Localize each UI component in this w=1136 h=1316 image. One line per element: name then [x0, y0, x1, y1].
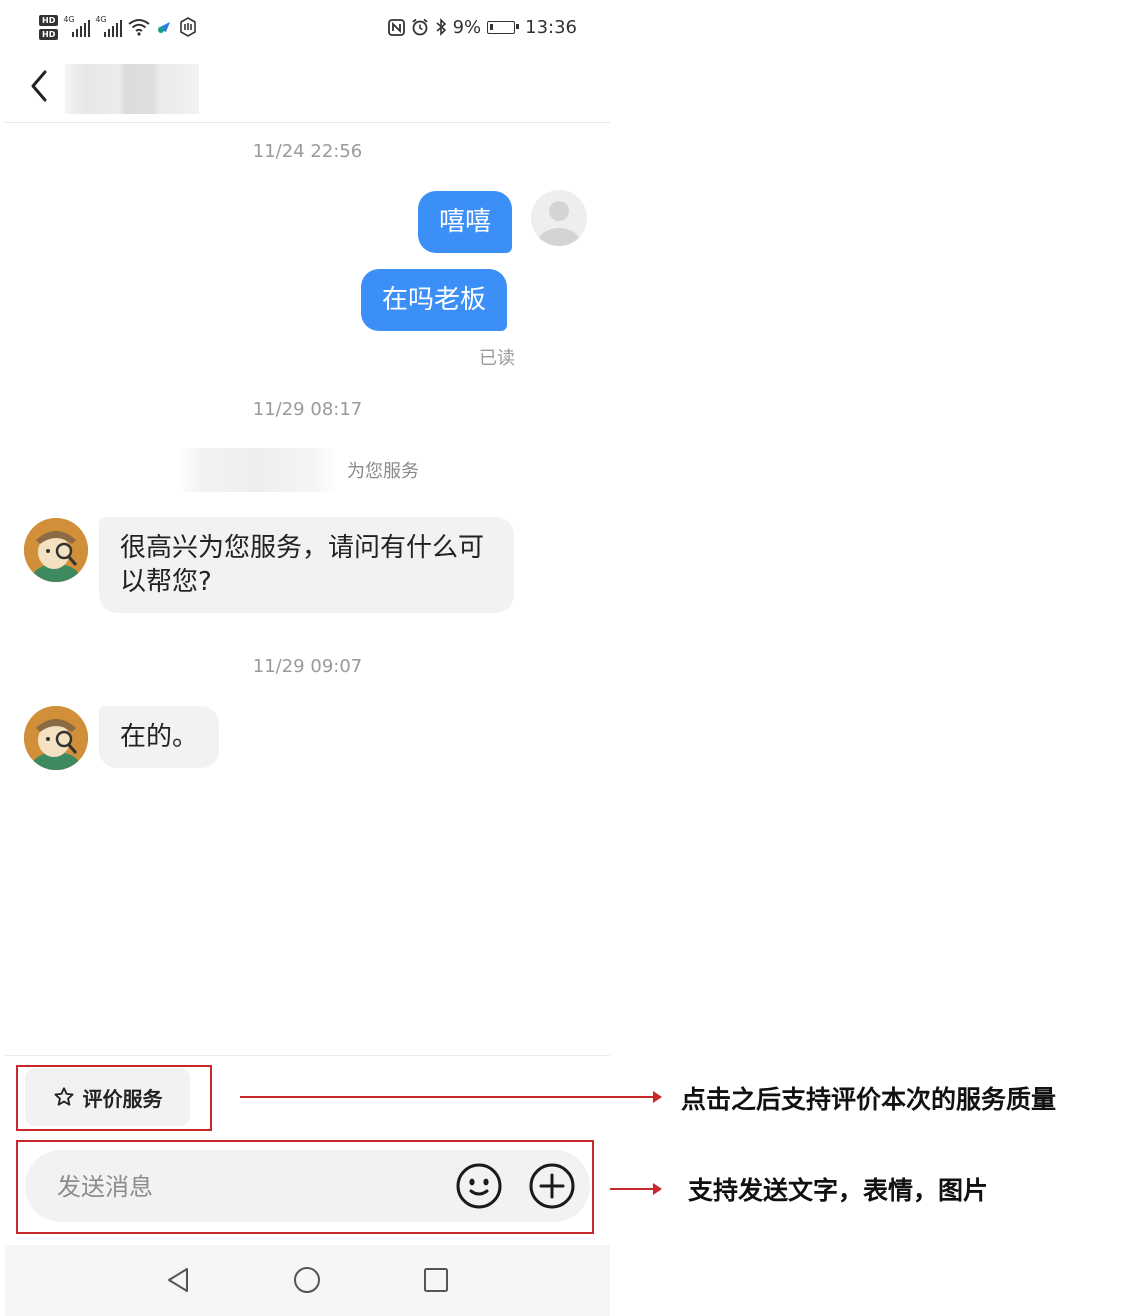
signal-icon: 4G [95, 15, 123, 37]
app-notification-icon [158, 22, 171, 33]
nav-home-icon [294, 1267, 320, 1293]
incoming-message[interactable]: 在的。 [99, 706, 220, 768]
default-avatar-icon [537, 201, 581, 246]
bluetooth-icon [436, 18, 446, 36]
annotation-arrow [240, 1091, 662, 1103]
outgoing-message[interactable]: 在吗老板 [361, 269, 508, 331]
user-avatar[interactable] [531, 190, 587, 246]
agent-avatar[interactable] [24, 706, 88, 770]
detective-avatar-icon [24, 706, 88, 770]
read-receipt: 已读 [479, 348, 515, 369]
nfc-icon [387, 18, 405, 36]
back-button[interactable] [25, 66, 53, 106]
service-agent-notice: 为您服务 [177, 448, 419, 492]
clock: 13:36 [525, 16, 577, 38]
annotated-screenshot: HD HD 4G 4G 9% 13:36 11/24 22:56 嘻嘻 在吗老板… [0, 0, 1136, 1316]
battery-icon [487, 20, 520, 34]
detective-avatar-icon [24, 518, 88, 582]
status-bar-right: 9% 13:36 [387, 14, 577, 40]
nav-recent-icon [424, 1268, 448, 1292]
wifi-icon [128, 19, 150, 36]
app-notification-icon [180, 17, 197, 37]
system-navigation-bar [5, 1245, 610, 1316]
nav-back-icon [168, 1268, 188, 1292]
status-bar-left: HD HD 4G 4G [39, 12, 198, 42]
signal-icon: 4G [63, 15, 91, 37]
annotation-composer: 支持发送文字，表情，图片 [688, 1176, 989, 1205]
chat-header [5, 58, 610, 123]
nav-recent-button[interactable] [421, 1265, 451, 1295]
alarm-icon [411, 18, 428, 36]
timestamp: 11/24 22:56 [252, 141, 363, 162]
nav-back-button[interactable] [163, 1265, 193, 1295]
contact-name-redacted [65, 64, 199, 114]
battery-percent: 9% [452, 16, 482, 38]
highlight-rate-service [16, 1065, 212, 1131]
outgoing-message[interactable]: 嘻嘻 [418, 191, 513, 253]
agent-name-redacted [177, 448, 337, 492]
timestamp: 11/29 08:17 [252, 399, 363, 420]
back-arrow-icon [31, 70, 47, 102]
timestamp: 11/29 09:07 [252, 656, 363, 677]
highlight-message-composer [16, 1140, 594, 1234]
agent-avatar[interactable] [24, 518, 88, 582]
hd-badge: HD [39, 14, 59, 26]
hd-badge: HD [39, 28, 59, 40]
annotation-arrow [610, 1183, 662, 1195]
incoming-message[interactable]: 很高兴为您服务，请问有什么可以帮您? [99, 517, 514, 613]
annotation-rate-service: 点击之后支持评价本次的服务质量 [681, 1085, 1057, 1114]
nav-home-button[interactable] [292, 1265, 322, 1295]
divider [5, 1055, 610, 1056]
